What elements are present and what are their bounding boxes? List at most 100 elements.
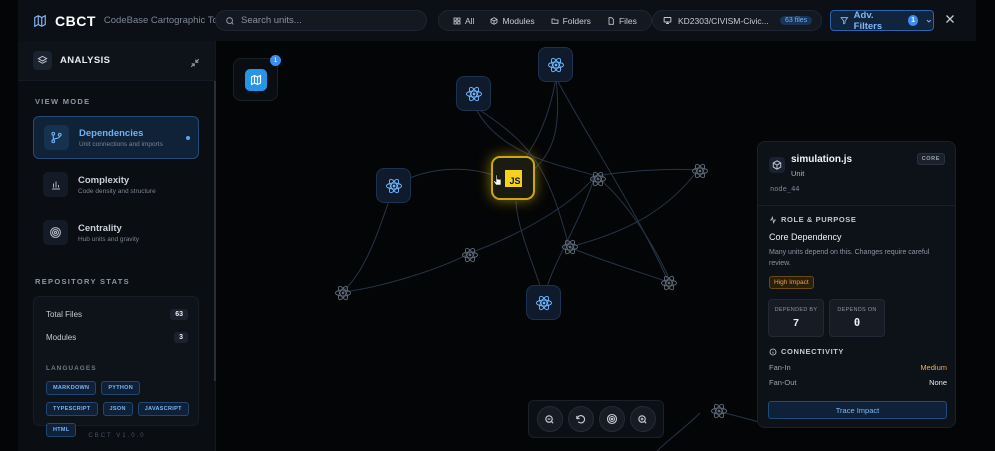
top-bar: CBCT CodeBase Cartographic Tool All Modu… [18, 0, 976, 41]
collapse-sidebar-button[interactable] [190, 55, 200, 73]
cube-icon [769, 157, 785, 173]
graph-node[interactable] [682, 153, 717, 188]
graph-node[interactable] [526, 285, 561, 320]
mode-dependencies-label: Dependencies [79, 127, 144, 139]
mode-complexity-sub: Code density and structure [78, 187, 156, 195]
mode-centrality-label: Centrality [78, 222, 122, 234]
graph-node[interactable] [376, 168, 411, 203]
language-chip[interactable]: JSON [102, 402, 133, 416]
panel-header: simulation.js Unit node_44 CORE [758, 142, 955, 206]
graph-node[interactable] [701, 393, 736, 428]
zoom-controls [528, 400, 664, 438]
graph-node[interactable] [552, 229, 587, 264]
search-bar[interactable] [215, 10, 427, 31]
react-icon [660, 275, 677, 290]
stat-value: 63 [170, 309, 188, 320]
filter-all[interactable]: All [445, 16, 482, 26]
info-icon [769, 348, 777, 355]
react-icon [691, 163, 708, 178]
mode-dependencies[interactable]: Dependencies Unit connections and import… [33, 116, 199, 159]
sidebar-scrollbar[interactable] [214, 81, 216, 381]
language-chip[interactable]: TYPESCRIPT [46, 402, 98, 416]
graph-node[interactable] [651, 265, 686, 300]
filter-modules[interactable]: Modules [482, 16, 542, 26]
react-icon [465, 86, 482, 101]
filter-icon [840, 17, 849, 25]
logo-text: CBCT [55, 12, 96, 29]
react-icon [461, 247, 478, 262]
react-icon [561, 239, 578, 254]
mode-complexity[interactable]: Complexity Code density and structure [33, 163, 199, 206]
connectivity-heading: CONNECTIVITY [769, 347, 844, 356]
type-filter-group: All Modules Folders Files [438, 10, 652, 31]
filter-folders[interactable]: Folders [543, 16, 599, 26]
minimize-icon [190, 58, 200, 68]
depended-by-stat: DEPENDED BY 7 [768, 299, 824, 337]
language-chip[interactable]: PYTHON [101, 381, 141, 395]
minimap-toggle[interactable]: 1 [233, 55, 281, 101]
adv-filters-label: Adv. Filters [853, 9, 883, 32]
filter-files-label: Files [618, 15, 637, 26]
connectivity-label: CONNECTIVITY [781, 347, 845, 356]
filter-folders-label: Folders [562, 15, 591, 26]
version-label: CBCT V1.0.0 [88, 433, 146, 439]
adv-filters-count: 1 [907, 15, 919, 26]
search-icon [226, 16, 234, 25]
view-mode-heading: VIEW MODE [35, 97, 91, 106]
repository-stats-card: Total Files 63 Modules 3 LANGUAGES MARKD… [33, 296, 199, 437]
logo-tagline: CodeBase Cartographic Tool [103, 15, 226, 26]
react-icon [547, 57, 564, 72]
node-id: node_44 [770, 185, 800, 193]
minimap-badge: 1 [270, 55, 281, 66]
language-chip[interactable]: JAVASCRIPT [137, 402, 189, 416]
mode-complexity-label: Complexity [78, 174, 130, 186]
repo-icon [663, 17, 672, 24]
rotate-ccw-icon [576, 414, 586, 424]
trace-impact-button[interactable]: Trace Impact [768, 401, 947, 419]
adv-filters-button[interactable]: Adv. Filters 1 [830, 9, 934, 32]
graph-node[interactable] [538, 47, 573, 82]
stat-total-files: Total Files 63 [46, 309, 188, 320]
fan-in-label: Fan-In [769, 363, 791, 372]
languages-heading: LANGUAGES [46, 365, 97, 372]
mode-centrality[interactable]: Centrality Hub units and gravity [33, 211, 199, 254]
zoom-in-button[interactable] [629, 406, 656, 432]
fan-in-row: Fan-In Medium [769, 363, 947, 372]
zoom-in-icon [638, 414, 647, 424]
fan-out-label: Fan-Out [769, 378, 797, 387]
grid-icon [453, 17, 461, 24]
role-description: Many units depend on this. Changes requi… [769, 249, 930, 267]
graph-node[interactable] [456, 76, 491, 111]
cursor-icon [493, 174, 502, 186]
react-icon [535, 295, 552, 310]
role-purpose-label: ROLE & PURPOSE [781, 215, 857, 224]
language-chip[interactable]: MARKDOWN [46, 381, 97, 395]
reset-view-button[interactable] [567, 406, 594, 432]
depends-on-label: DEPENDS ON [837, 307, 877, 313]
graph-node[interactable] [580, 161, 615, 196]
zoom-out-icon [545, 414, 554, 424]
graph-node[interactable] [325, 275, 360, 310]
close-icon [946, 15, 954, 23]
target-icon [43, 220, 68, 245]
stat-value: 3 [174, 332, 188, 343]
core-badge: CORE [916, 153, 945, 165]
role-value: Core Dependency [769, 232, 842, 242]
mode-dependencies-sub: Unit connections and imports [79, 140, 163, 148]
focus-button[interactable] [598, 406, 625, 432]
close-button[interactable] [944, 12, 956, 30]
graph-node[interactable] [452, 237, 487, 272]
react-icon [589, 171, 606, 186]
map-icon [250, 74, 261, 85]
node-detail-panel: simulation.js Unit node_44 CORE ROLE & P… [757, 141, 956, 428]
zoom-out-button[interactable] [536, 406, 563, 432]
file-icon [608, 16, 614, 25]
filter-all-label: All [465, 15, 475, 26]
js-icon: JS [504, 169, 522, 187]
stat-modules: Modules 3 [46, 332, 188, 343]
filter-files[interactable]: Files [599, 16, 645, 26]
search-input[interactable] [241, 15, 411, 26]
branch-icon [44, 125, 69, 150]
map-icon [34, 14, 46, 27]
repo-selector[interactable]: KD2303/CIVISM-Civic... 63 files [652, 10, 822, 31]
